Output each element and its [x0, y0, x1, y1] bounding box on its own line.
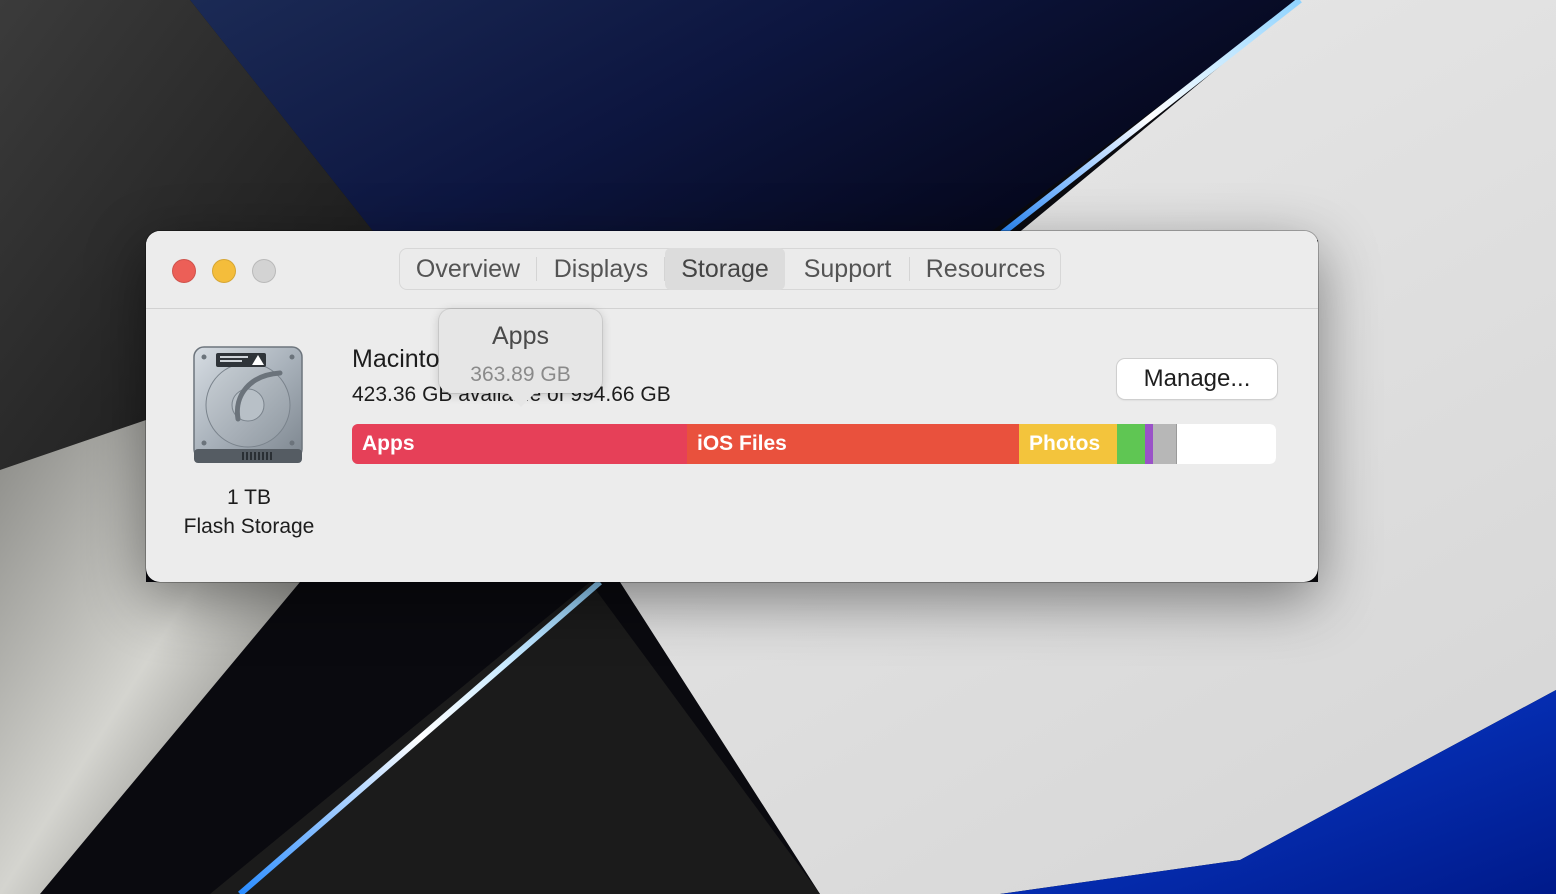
storage-segment-purple[interactable] [1145, 424, 1153, 464]
tab-bar: Overview Displays Storage Support Resour… [399, 248, 1061, 290]
storage-tooltip: Apps 363.89 GB [439, 309, 602, 407]
storage-segment-gray[interactable] [1153, 424, 1176, 464]
tooltip-size: 363.89 GB [470, 363, 571, 386]
tab-support[interactable]: Support [785, 248, 910, 290]
manage-button[interactable]: Manage... [1117, 359, 1277, 399]
tab-displays[interactable]: Displays [537, 248, 665, 290]
storage-segment-free [1176, 424, 1276, 464]
disk-capacity: 1 TB [227, 486, 271, 509]
storage-segment-ios-files[interactable]: iOS Files [687, 424, 1019, 464]
tab-storage[interactable]: Storage [665, 248, 785, 290]
storage-segment-green[interactable] [1117, 424, 1145, 464]
storage-segment-apps[interactable]: Apps [352, 424, 687, 464]
about-this-mac-window: Overview Displays Storage Support Resour… [146, 231, 1318, 582]
zoom-button[interactable] [252, 259, 276, 283]
minimize-button[interactable] [212, 259, 236, 283]
hard-drive-icon [193, 346, 303, 463]
tab-overview[interactable]: Overview [399, 248, 537, 290]
title-bar: Overview Displays Storage Support Resour… [146, 231, 1318, 309]
disk-type: Flash Storage [183, 515, 315, 538]
storage-usage-bar: Apps iOS Files Photos [352, 424, 1276, 464]
tooltip-category: Apps [492, 322, 549, 350]
close-button[interactable] [172, 259, 196, 283]
tab-resources[interactable]: Resources [910, 248, 1061, 290]
storage-segment-photos[interactable]: Photos [1019, 424, 1117, 464]
